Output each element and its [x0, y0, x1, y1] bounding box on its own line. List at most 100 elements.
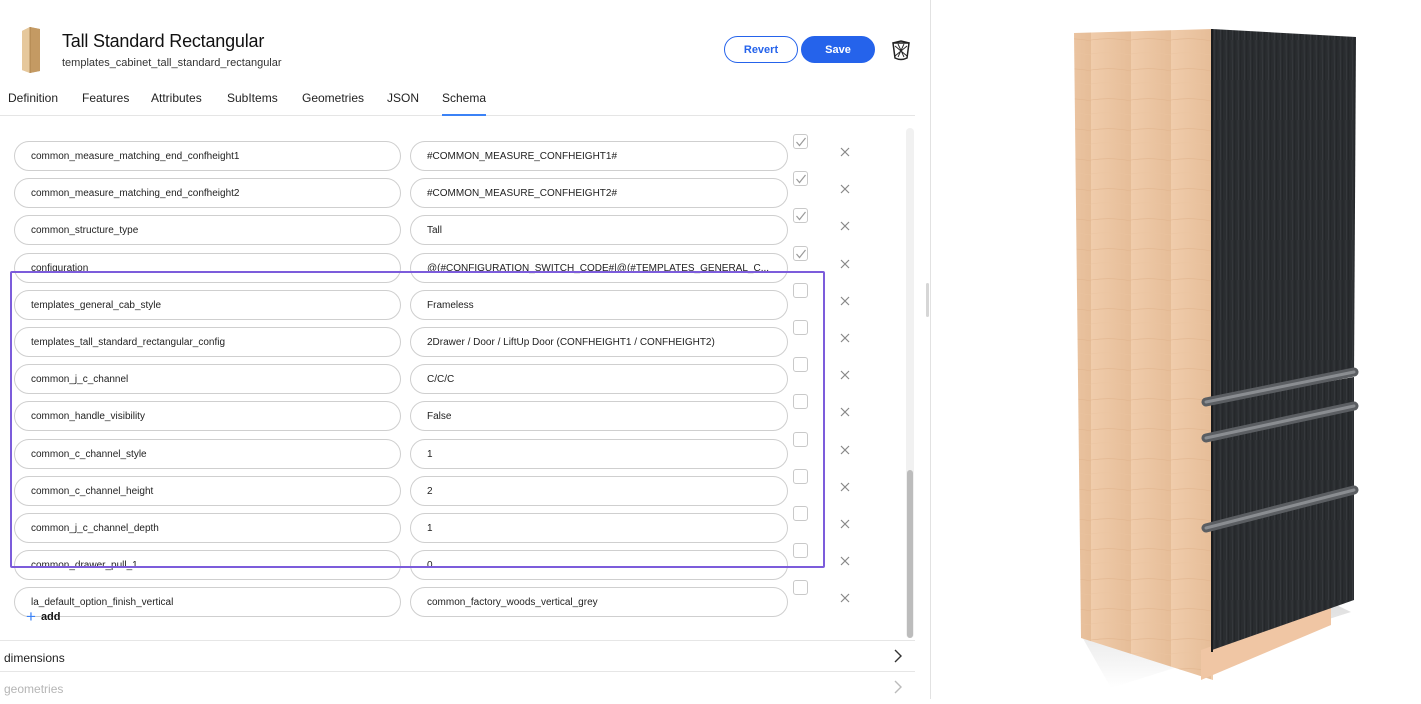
remove-row-button[interactable]: [838, 591, 852, 605]
remove-row-button[interactable]: [838, 182, 852, 196]
key-input[interactable]: common_j_c_channel_depth: [14, 513, 401, 543]
remove-row-button[interactable]: [838, 331, 852, 345]
tab-attributes[interactable]: Attributes: [151, 91, 202, 105]
value-input[interactable]: 2: [410, 475, 788, 506]
value-input[interactable]: Tall: [410, 215, 788, 246]
key-input[interactable]: common_measure_matching_end_confheight1: [14, 141, 401, 171]
row-checkbox[interactable]: [793, 543, 808, 559]
value-input[interactable]: C/C/C: [410, 364, 788, 395]
close-icon: [840, 259, 850, 269]
row-checkbox[interactable]: [793, 431, 808, 447]
section-geometries[interactable]: geometries: [0, 671, 915, 702]
key-input[interactable]: la_default_option_finish_vertical: [14, 587, 401, 618]
row-checkbox[interactable]: [793, 320, 808, 335]
value-input[interactable]: 2Drawer / Door / LiftUp Door (CONFHEIGHT…: [410, 327, 788, 357]
remove-row-button[interactable]: [838, 554, 852, 568]
key-input[interactable]: templates_general_cab_style: [14, 289, 401, 320]
key-input[interactable]: common_handle_visibility: [14, 401, 401, 432]
trash-icon[interactable]: [890, 38, 912, 62]
row-checkbox[interactable]: [793, 245, 808, 261]
check-icon: [796, 212, 806, 221]
remove-row-button[interactable]: [838, 294, 852, 308]
check-icon: [796, 137, 806, 147]
close-icon: [840, 407, 850, 417]
cabinet-3d-render: [1074, 29, 1359, 688]
value-input[interactable]: 1: [410, 513, 788, 543]
value-input[interactable]: #COMMON_MEASURE_CONFHEIGHT1#: [410, 141, 788, 171]
key-input[interactable]: common_j_c_channel: [14, 364, 401, 395]
row-checkbox[interactable]: [793, 134, 808, 149]
schema-row: common_j_c_channel C/C/C: [0, 357, 905, 395]
key-input[interactable]: common_structure_type: [14, 215, 401, 246]
schema-row: common_handle_visibility False: [0, 394, 905, 432]
close-icon: [840, 556, 850, 566]
tab-schema[interactable]: Schema: [442, 91, 487, 116]
row-checkbox[interactable]: [793, 282, 808, 298]
tab-geometries[interactable]: Geometries: [302, 91, 364, 105]
tab-definition[interactable]: Definition: [8, 91, 58, 105]
remove-row-button[interactable]: [838, 219, 852, 233]
chevron-right-icon: [894, 680, 902, 694]
close-icon: [840, 147, 850, 157]
page-title: Tall Standard Rectangular: [62, 31, 265, 51]
remove-row-button[interactable]: [838, 368, 852, 382]
schema-row: common_c_channel_height 2: [0, 468, 905, 506]
resize-handle[interactable]: [926, 283, 929, 317]
key-input[interactable]: common_drawer_pull_1: [14, 550, 401, 581]
remove-row-button[interactable]: [838, 145, 852, 159]
close-icon: [840, 445, 850, 455]
key-input[interactable]: configuration: [14, 252, 401, 283]
section-dimensions[interactable]: dimensions: [0, 640, 915, 671]
key-input[interactable]: common_c_channel_style: [14, 438, 401, 469]
revert-button[interactable]: Revert: [724, 36, 798, 63]
section-label: geometries: [4, 682, 64, 696]
schema-row: templates_general_cab_style Frameless: [0, 282, 905, 320]
close-icon: [840, 333, 850, 343]
value-input[interactable]: 0: [410, 550, 788, 581]
schema-row: common_structure_type Tall: [0, 208, 905, 246]
value-input[interactable]: 1: [410, 438, 788, 469]
tab-features[interactable]: Features: [82, 91, 129, 105]
editor-panel: Tall Standard Rectangular templates_cabi…: [0, 0, 930, 699]
row-checkbox[interactable]: [793, 357, 808, 373]
cabinet-thumbnail-icon: [22, 27, 40, 73]
remove-row-button[interactable]: [838, 480, 852, 494]
remove-row-button[interactable]: [838, 443, 852, 457]
schema-row: common_drawer_pull_1 0: [0, 543, 905, 581]
key-input[interactable]: common_c_channel_height: [14, 475, 401, 506]
check-icon: [796, 174, 806, 184]
schema-row: la_default_option_finish_vertical common_…: [0, 580, 905, 618]
schema-row: common_measure_matching_end_confheight1 #…: [0, 134, 905, 171]
chevron-right-icon: [894, 649, 902, 663]
remove-row-button[interactable]: [838, 517, 852, 531]
value-input[interactable]: #COMMON_MEASURE_CONFHEIGHT2#: [410, 178, 788, 209]
row-checkbox[interactable]: [793, 171, 808, 187]
row-checkbox[interactable]: [793, 506, 808, 521]
schema-row: templates_tall_standard_rectangular_conf…: [0, 320, 905, 357]
schema-row: common_c_channel_style 1: [0, 431, 905, 469]
value-input[interactable]: @(#CONFIGURATION_SWITCH_CODE#|@(#TEMPLAT…: [410, 252, 788, 283]
add-button[interactable]: + add: [26, 607, 61, 626]
value-input[interactable]: False: [410, 401, 788, 432]
remove-row-button[interactable]: [838, 405, 852, 419]
tab-bar: Definition Features Attributes SubItems …: [0, 86, 915, 116]
3d-viewport[interactable]: [931, 0, 1421, 699]
remove-row-button[interactable]: [838, 257, 852, 271]
page-subtitle: templates_cabinet_tall_standard_rectangu…: [62, 57, 282, 69]
row-checkbox[interactable]: [793, 580, 808, 596]
key-input[interactable]: common_measure_matching_end_confheight2: [14, 178, 401, 209]
tab-subitems[interactable]: SubItems: [227, 91, 278, 105]
value-input[interactable]: Frameless: [410, 289, 788, 320]
row-checkbox[interactable]: [793, 468, 808, 484]
row-checkbox[interactable]: [793, 394, 808, 410]
tab-json[interactable]: JSON: [387, 91, 419, 105]
scrollbar-thumb[interactable]: [907, 470, 913, 638]
key-input[interactable]: templates_tall_standard_rectangular_conf…: [14, 327, 401, 357]
plus-icon: +: [26, 607, 36, 626]
close-icon: [840, 184, 850, 194]
close-icon: [840, 519, 850, 529]
close-icon: [840, 296, 850, 306]
row-checkbox[interactable]: [793, 208, 808, 224]
save-button[interactable]: Save: [801, 36, 875, 63]
value-input[interactable]: common_factory_woods_vertical_grey: [410, 587, 788, 618]
